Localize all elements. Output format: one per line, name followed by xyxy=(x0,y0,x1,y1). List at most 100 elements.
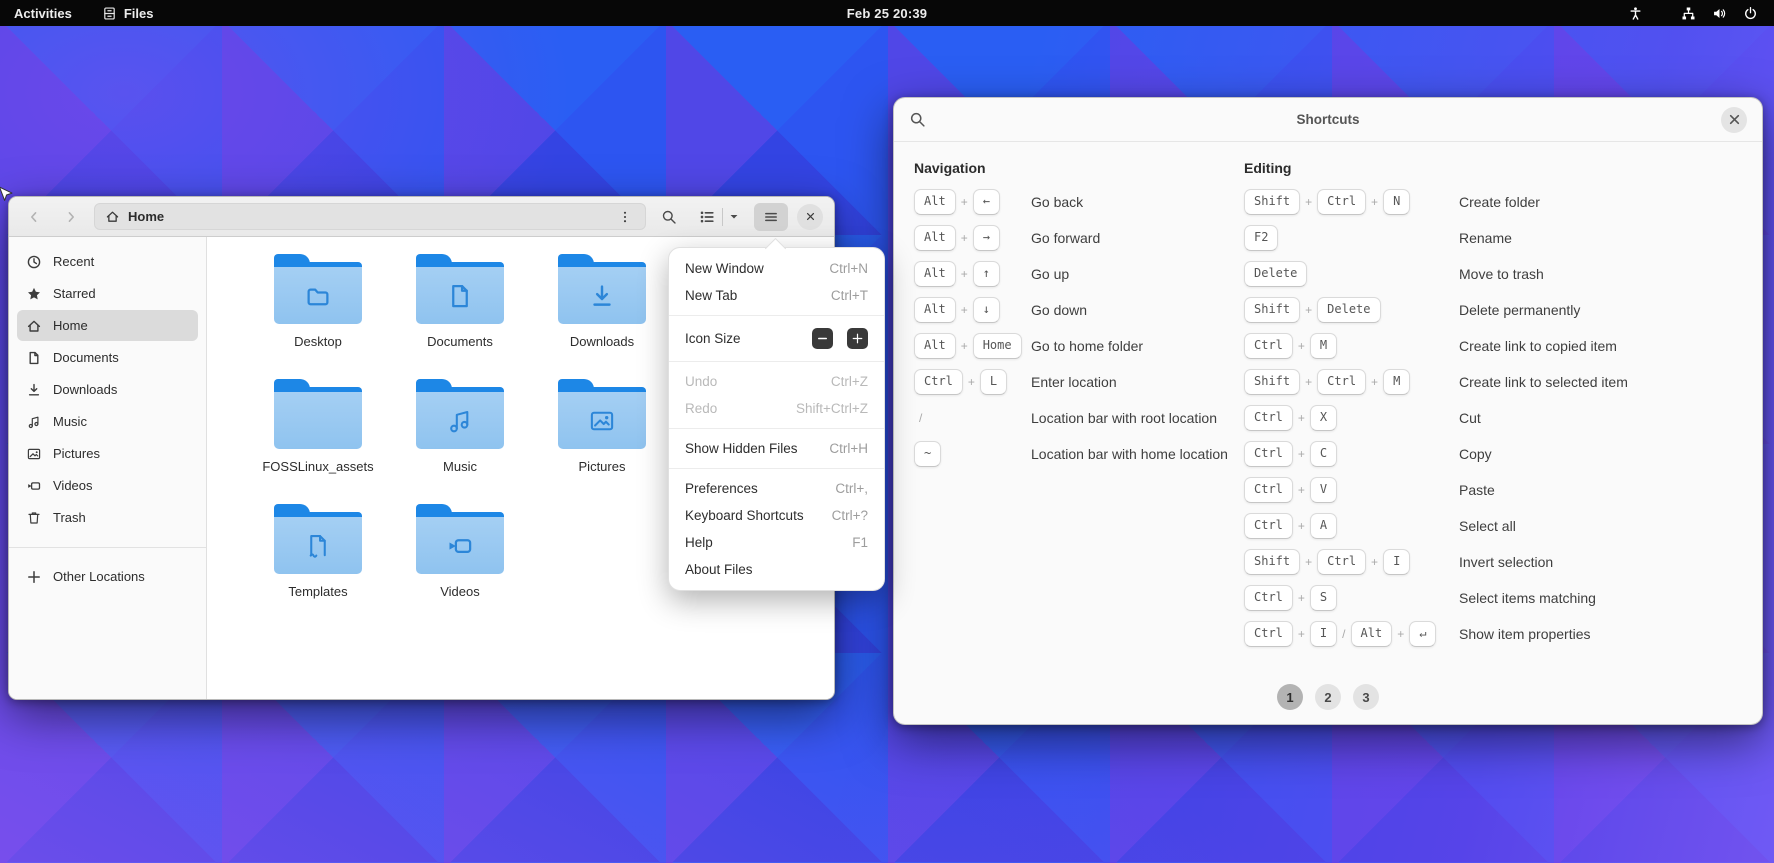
keycap-x: X xyxy=(1309,405,1338,431)
close-icon xyxy=(1726,111,1743,128)
shortcut-row-invert-selection: Shift + Ctrl + I Invert selection xyxy=(1244,544,1742,580)
menu-item-undo: Undo Ctrl+Z xyxy=(669,368,884,395)
shortcut-label: Delete permanently xyxy=(1459,302,1581,318)
view-toggle xyxy=(692,203,745,231)
app-menu-button[interactable]: Files xyxy=(102,6,153,21)
page-dot-3[interactable]: 3 xyxy=(1353,684,1379,710)
menu-item-icon-size[interactable]: Icon Size xyxy=(669,322,884,355)
sidebar-item-label: Starred xyxy=(53,286,96,301)
list-view-icon xyxy=(699,209,715,225)
sidebar-item-label: Pictures xyxy=(53,446,100,461)
menu-item-help[interactable]: Help F1 xyxy=(669,529,884,556)
zoom-out-button[interactable] xyxy=(812,328,833,349)
location-menu-button[interactable] xyxy=(615,207,635,227)
shortcut-label: Location bar with home location xyxy=(1031,446,1228,462)
folder-pictures[interactable]: Pictures xyxy=(558,378,646,474)
keycap-m: M xyxy=(1309,333,1338,359)
sidebar-item-starred[interactable]: Starred xyxy=(17,278,198,309)
folder-name: Templates xyxy=(288,584,348,599)
keycap-ctrl: Ctrl xyxy=(1244,621,1293,647)
menu-item-preferences[interactable]: Preferences Ctrl+, xyxy=(669,475,884,502)
folder-name: Documents xyxy=(427,334,493,349)
files-app-icon xyxy=(102,6,117,21)
shortcuts-section-editing: Editing Shift + Ctrl + N Create folder F2 Rename… xyxy=(1244,158,1742,652)
forward-button[interactable] xyxy=(57,203,85,231)
keycap-c: C xyxy=(1309,441,1338,467)
section-title: Editing xyxy=(1244,160,1292,176)
keycap-alt: Alt xyxy=(914,261,956,287)
sidebar-item-home[interactable]: Home xyxy=(17,310,198,341)
search-button[interactable] xyxy=(655,203,683,231)
sidebar-item-documents[interactable]: Documents xyxy=(17,342,198,373)
sidebar-item-downloads[interactable]: Downloads xyxy=(17,374,198,405)
menu-item-label: Redo xyxy=(685,401,718,416)
folder-icon xyxy=(274,504,362,574)
menu-item-show-hidden-files[interactable]: Show Hidden Files Ctrl+H xyxy=(669,435,884,462)
shortcut-keys: Alt + Home xyxy=(914,333,1031,359)
shortcut-keys: Alt + ↑ xyxy=(914,261,1031,287)
folder-desktop[interactable]: Desktop xyxy=(274,253,362,349)
shortcut-label: Location bar with root location xyxy=(1031,410,1217,426)
window-close-button[interactable] xyxy=(797,203,823,230)
emblem-image xyxy=(558,392,646,449)
sidebar-item-recent[interactable]: Recent xyxy=(17,246,198,277)
sidebar-item-videos[interactable]: Videos xyxy=(17,470,198,501)
power-icon[interactable] xyxy=(1743,6,1758,21)
activities-button[interactable]: Activities xyxy=(14,6,72,21)
sidebar-item-pictures[interactable]: Pictures xyxy=(17,438,198,469)
menu-item-label: About Files xyxy=(685,562,753,577)
hamburger-menu-button[interactable] xyxy=(754,202,788,231)
sidebar-item-label: Other Locations xyxy=(53,569,145,584)
shortcut-label: Go up xyxy=(1031,266,1070,282)
page-dot-1[interactable]: 1 xyxy=(1277,684,1303,710)
view-options-button[interactable] xyxy=(723,203,745,231)
menu-item-shortcut: Ctrl+H xyxy=(829,441,868,456)
shortcut-row-go-back: Alt + ← Go back xyxy=(914,184,1244,220)
shortcuts-title: Shortcuts xyxy=(1296,112,1360,127)
sidebar-item-label: Home xyxy=(53,318,88,333)
clock[interactable]: Feb 25 20:39 xyxy=(847,6,927,21)
shortcut-row-go-to-home-folder: Alt + Home Go to home folder xyxy=(914,328,1244,364)
path-bar[interactable]: Home xyxy=(94,203,646,230)
keycap-alt: Alt xyxy=(914,225,956,251)
sidebar-item-other-locations[interactable]: Other Locations xyxy=(17,561,198,592)
key-separator: + xyxy=(960,195,968,209)
zoom-in-button[interactable] xyxy=(847,328,868,349)
folder-templates[interactable]: Templates xyxy=(274,503,362,599)
folder-name: Music xyxy=(443,459,477,474)
page-dots: 123 xyxy=(894,684,1762,710)
key-separator: + xyxy=(960,339,968,353)
shortcut-keys: / xyxy=(914,411,1031,425)
shortcuts-close-button[interactable] xyxy=(1721,106,1747,133)
menu-item-new-window[interactable]: New Window Ctrl+N xyxy=(669,255,884,282)
search-icon[interactable] xyxy=(909,111,926,128)
list-view-button[interactable] xyxy=(692,203,722,231)
sidebar-item-music[interactable]: Music xyxy=(17,406,198,437)
shortcut-keys: Ctrl + V xyxy=(1244,477,1459,503)
folder-videos[interactable]: Videos xyxy=(416,503,504,599)
accessibility-icon[interactable] xyxy=(1628,6,1643,21)
back-button[interactable] xyxy=(20,203,48,231)
volume-icon[interactable] xyxy=(1712,6,1727,21)
folder-documents[interactable]: Documents xyxy=(416,253,504,349)
status-area[interactable] xyxy=(1628,6,1774,21)
shortcut-label: Go down xyxy=(1031,302,1088,318)
folder-fosslinux-assets[interactable]: FOSSLinux_assets xyxy=(262,378,374,474)
keycap-ctrl: Ctrl xyxy=(1244,441,1293,467)
folder-downloads[interactable]: Downloads xyxy=(558,253,646,349)
shortcut-label: Invert selection xyxy=(1459,554,1554,570)
sidebar-item-trash[interactable]: Trash xyxy=(17,502,198,533)
menu-item-about-files[interactable]: About Files xyxy=(669,556,884,583)
network-icon[interactable] xyxy=(1681,6,1696,21)
keycap-ctrl: Ctrl xyxy=(1317,189,1367,215)
shortcut-keys: Shift + Ctrl + I xyxy=(1244,549,1459,575)
search-icon xyxy=(661,209,677,225)
page-dot-2[interactable]: 2 xyxy=(1315,684,1341,710)
shortcut-keys: Alt + ← xyxy=(914,189,1031,215)
sidebar-item-label: Downloads xyxy=(53,382,118,397)
menu-item-new-tab[interactable]: New Tab Ctrl+T xyxy=(669,282,884,309)
key-separator: + xyxy=(1297,483,1305,497)
key-separator: + xyxy=(1297,411,1305,425)
folder-music[interactable]: Music xyxy=(416,378,504,474)
menu-item-keyboard-shortcuts[interactable]: Keyboard Shortcuts Ctrl+? xyxy=(669,502,884,529)
